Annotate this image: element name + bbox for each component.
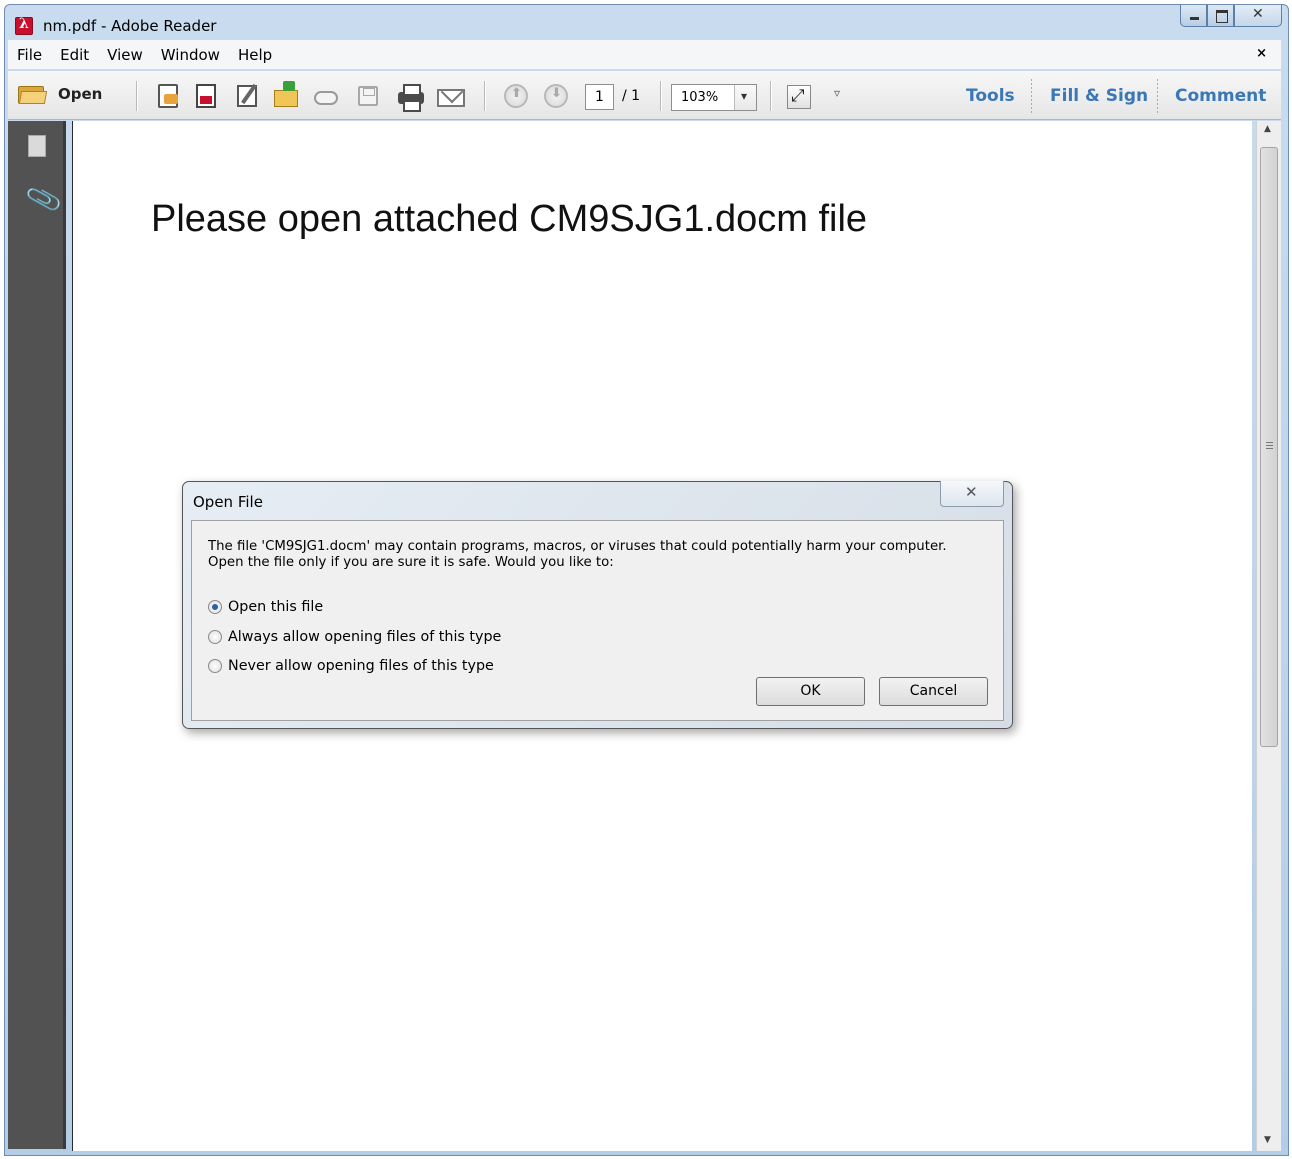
- open-file-dialog: Open File The file 'CM9SJG1.docm' may co…: [182, 481, 1013, 729]
- maximize-button[interactable]: [1207, 5, 1234, 27]
- edit-pdf-button[interactable]: [234, 82, 262, 110]
- ok-button[interactable]: OK: [756, 677, 865, 706]
- toolbar-separator: [770, 81, 771, 111]
- folder-open-icon: [18, 83, 48, 105]
- attachments-paperclip-icon[interactable]: 📎: [24, 180, 65, 219]
- toolbar-separator: [1031, 79, 1032, 113]
- toolbar-separator: [484, 81, 485, 111]
- scroll-up-arrow-icon[interactable]: [1257, 121, 1281, 143]
- edit-document-icon: [237, 85, 257, 107]
- title-bar[interactable]: nm.pdf - Adobe Reader: [5, 5, 1288, 43]
- print-button[interactable]: [396, 82, 424, 112]
- dialog-body: The file 'CM9SJG1.docm' may contain prog…: [191, 520, 1004, 721]
- dialog-message-line-1: The file 'CM9SJG1.docm' may contain prog…: [208, 539, 947, 554]
- fill-sign-pane-link[interactable]: Fill & Sign: [1050, 86, 1148, 106]
- menu-bar: File Edit View Window Help ×: [8, 40, 1281, 70]
- open-button[interactable]: Open: [18, 83, 102, 105]
- minimize-button[interactable]: [1180, 5, 1207, 27]
- option-label: Open this file: [228, 599, 324, 615]
- folder-share-icon: [274, 81, 298, 107]
- document-text: Please open attached CM9SJG1.docm file: [151, 198, 868, 240]
- option-always-allow[interactable]: Always allow opening files of this type: [208, 629, 501, 645]
- menu-help[interactable]: Help: [229, 46, 281, 64]
- expand-icon: [787, 85, 811, 109]
- menu-file[interactable]: File: [8, 46, 51, 64]
- zoom-select[interactable]: 103%: [671, 84, 757, 111]
- cloud-icon: [314, 91, 338, 105]
- chevron-down-icon[interactable]: [734, 85, 756, 110]
- dialog-message: The file 'CM9SJG1.docm' may contain prog…: [208, 539, 998, 571]
- scrollbar-thumb[interactable]: [1260, 147, 1278, 747]
- grip-icon: [1266, 442, 1273, 449]
- caption-buttons: [1180, 5, 1282, 27]
- export-pdf-button[interactable]: [192, 82, 220, 110]
- option-open-this-file[interactable]: Open this file: [208, 599, 323, 615]
- menu-edit[interactable]: Edit: [51, 46, 98, 64]
- dialog-message-line-2: Open the file only if you are sure it is…: [208, 555, 614, 570]
- full-screen-button[interactable]: [784, 82, 812, 110]
- dialog-close-button[interactable]: [940, 481, 1004, 507]
- vertical-scrollbar[interactable]: [1256, 121, 1281, 1151]
- arrow-down-icon: [544, 84, 568, 108]
- create-pdf-button[interactable]: [154, 82, 182, 110]
- cloud-upload-button[interactable]: [312, 82, 340, 110]
- page-thumbnails-icon[interactable]: [24, 135, 46, 164]
- pdf-file-icon: [196, 84, 216, 108]
- send-files-button[interactable]: [272, 81, 300, 110]
- next-page-button[interactable]: [542, 82, 570, 110]
- scroll-down-arrow-icon[interactable]: [1257, 1129, 1281, 1151]
- toolbar-overflow-icon[interactable]: ▿: [834, 86, 840, 100]
- menu-window[interactable]: Window: [152, 46, 229, 64]
- toolbar-separator: [660, 81, 661, 111]
- option-label: Always allow opening files of this type: [228, 629, 502, 645]
- radio-button[interactable]: [208, 630, 222, 644]
- email-button[interactable]: [436, 82, 465, 110]
- envelope-icon: [437, 89, 465, 107]
- navigation-pane: 📎: [8, 121, 66, 1149]
- page-total: / 1: [622, 88, 641, 104]
- save-button[interactable]: [354, 82, 382, 110]
- save-disk-icon: [358, 86, 378, 106]
- toolbar: Open 1 / 1 103% ▿ Tools Fi: [8, 71, 1281, 120]
- window-title: nm.pdf - Adobe Reader: [43, 17, 217, 35]
- option-label: Never allow opening files of this type: [228, 658, 494, 674]
- previous-page-button[interactable]: [502, 82, 530, 110]
- toolbar-separator: [1157, 79, 1158, 113]
- menu-view[interactable]: View: [98, 46, 152, 64]
- tools-pane-link[interactable]: Tools: [966, 86, 1015, 106]
- toolbar-separator: [136, 81, 137, 111]
- printer-icon: [398, 84, 424, 112]
- radio-button[interactable]: [208, 659, 222, 673]
- dialog-title: Open File: [193, 493, 263, 511]
- close-window-button[interactable]: [1234, 5, 1282, 27]
- comment-pane-link[interactable]: Comment: [1175, 86, 1266, 106]
- adobe-reader-icon: [15, 16, 33, 35]
- close-document-button[interactable]: ×: [1256, 46, 1267, 61]
- option-never-allow[interactable]: Never allow opening files of this type: [208, 658, 494, 674]
- open-label: Open: [58, 85, 103, 103]
- page-number-input[interactable]: 1: [585, 84, 614, 110]
- radio-button-selected[interactable]: [208, 600, 222, 614]
- cancel-button[interactable]: Cancel: [879, 677, 988, 706]
- zoom-value: 103%: [681, 90, 719, 105]
- arrow-up-icon: [504, 84, 528, 108]
